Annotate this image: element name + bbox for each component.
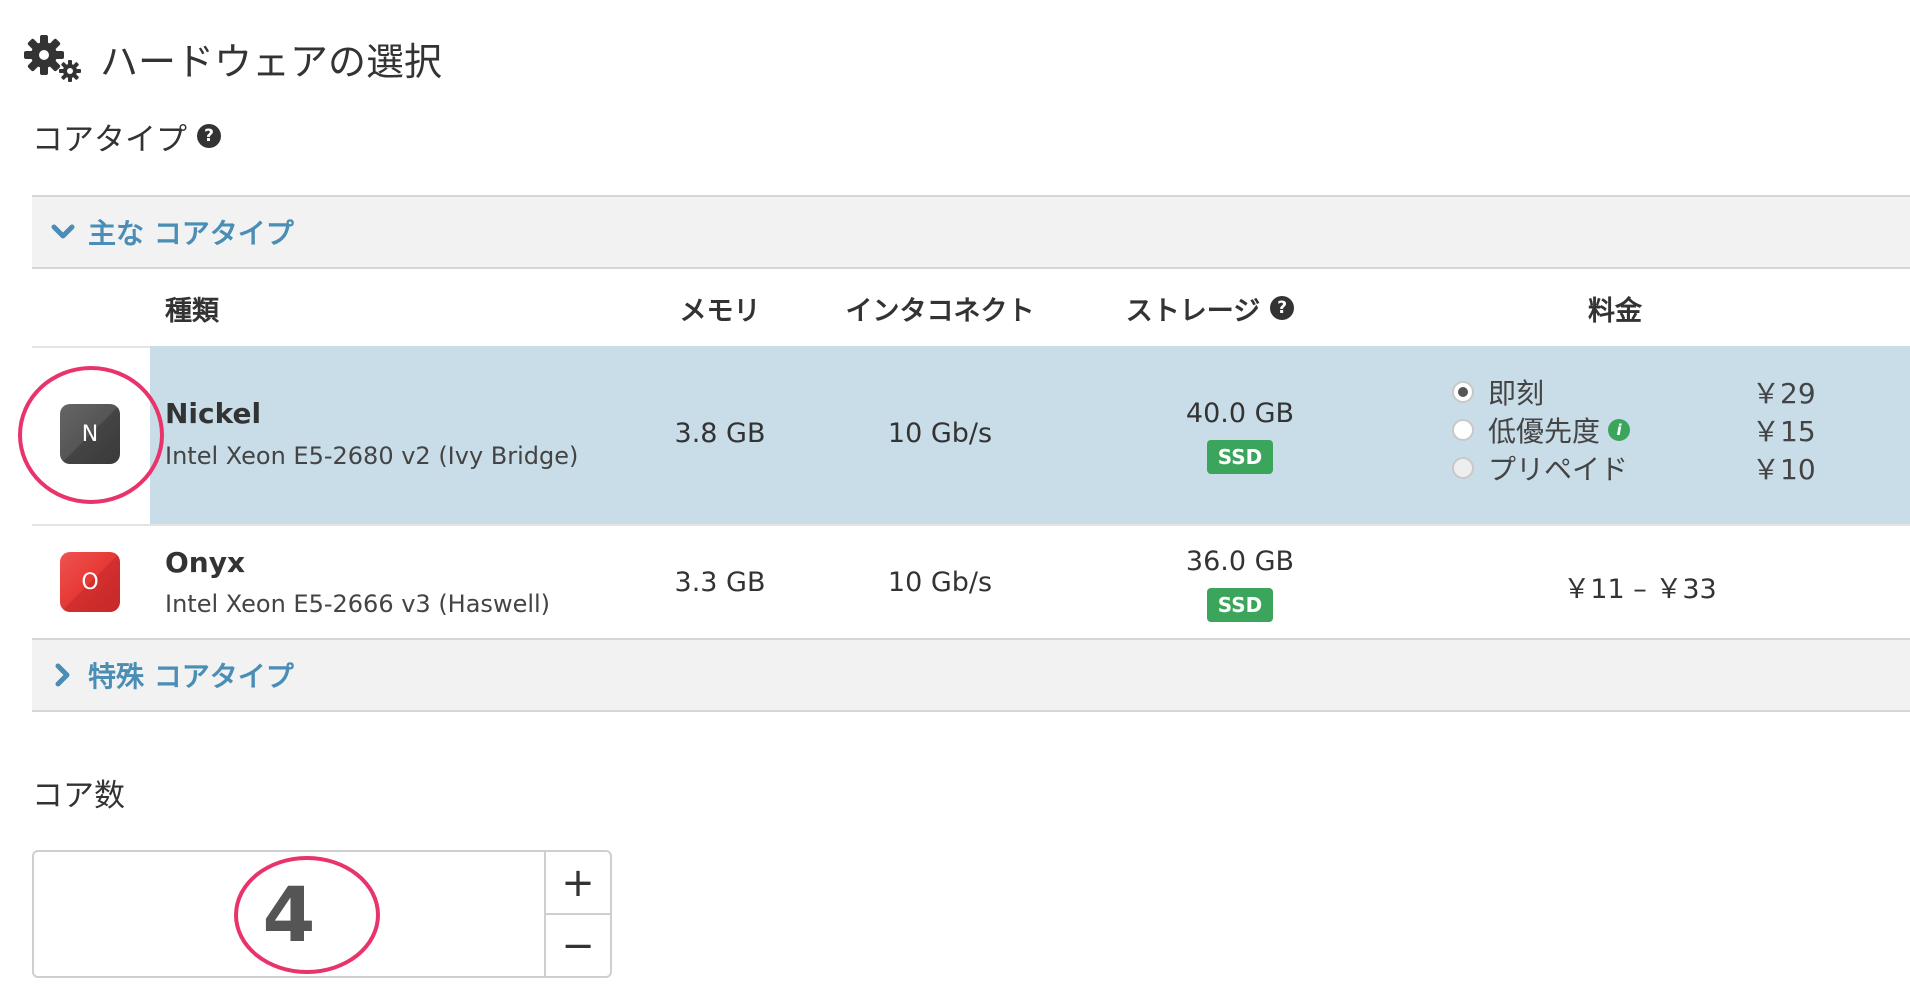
storage-help-icon[interactable]: ? <box>1270 296 1295 320</box>
special-core-type-group-header[interactable]: 特殊 コアタイプ <box>32 638 1910 712</box>
interconnect-value: 10 Gb/s <box>887 418 993 449</box>
radio-immediate[interactable] <box>1452 381 1474 403</box>
column-header-interconnect: インタコネクト <box>845 295 1035 327</box>
stepper-buttons: + − <box>544 852 610 976</box>
price-option-label: プリペイド <box>1488 453 1629 486</box>
radio-prepaid[interactable] <box>1452 457 1474 479</box>
decrement-button[interactable]: − <box>546 915 610 976</box>
table-row-nickel[interactable]: N Nickel Intel Xeon E5-2680 v2 (Ivy Brid… <box>32 346 1910 524</box>
core-cpu: Intel Xeon E5-2666 v3 (Haswell) <box>165 590 551 618</box>
price-option-label: 低優先度 <box>1488 415 1601 448</box>
price-option-value: ￥15 <box>1752 415 1816 448</box>
price-range: ￥11 – ￥33 <box>1563 574 1717 605</box>
main-core-type-group-label: 主な コアタイプ <box>88 217 294 250</box>
core-type-label: コアタイプ ? <box>32 114 221 158</box>
column-header-memory: メモリ <box>679 295 761 327</box>
ssd-badge: SSD <box>1207 440 1273 474</box>
radio-low-priority[interactable] <box>1452 419 1474 441</box>
core-count-stepper[interactable]: 4 + − <box>32 850 612 978</box>
core-name: Nickel <box>165 397 262 430</box>
main-core-type-group-header[interactable]: 主な コアタイプ <box>32 195 1910 269</box>
core-type-label-text: コアタイプ <box>32 121 187 158</box>
price-option-immediate[interactable]: 即刻 ￥29 <box>1452 373 1816 411</box>
help-icon[interactable]: ? <box>197 124 221 148</box>
memory-value: 3.3 GB <box>674 567 766 598</box>
page-title: ハードウェアの選択 <box>22 30 442 86</box>
chevron-right-icon <box>55 663 70 687</box>
price-option-low-priority[interactable]: 低優先度 i ￥15 <box>1452 411 1816 449</box>
price-option-value: ￥29 <box>1752 377 1816 410</box>
page-title-text: ハードウェアの選択 <box>100 39 443 84</box>
price-option-prepaid[interactable]: プリペイド ￥10 <box>1452 449 1816 487</box>
interconnect-value: 10 Gb/s <box>887 567 993 598</box>
increment-button[interactable]: + <box>546 852 610 915</box>
memory-value: 3.8 GB <box>674 418 766 449</box>
core-icon-onyx: O <box>60 552 120 612</box>
column-header-price: 料金 <box>1588 295 1642 327</box>
table-row-onyx[interactable]: O Onyx Intel Xeon E5-2666 v3 (Haswell) 3… <box>32 524 1910 638</box>
storage-value: 36.0 GB <box>1185 546 1295 577</box>
column-header-storage: ストレージ ? <box>1090 270 1330 346</box>
column-header-kind: 種類 <box>165 295 219 327</box>
storage-value: 40.0 GB <box>1185 398 1295 429</box>
core-cpu: Intel Xeon E5-2680 v2 (Ivy Bridge) <box>165 442 579 470</box>
column-header-storage-text: ストレージ <box>1125 295 1261 327</box>
core-icon-nickel: N <box>60 404 120 464</box>
core-name: Onyx <box>165 546 246 579</box>
core-count-label: コア数 <box>32 777 125 814</box>
info-icon[interactable]: i <box>1608 419 1631 441</box>
ssd-badge: SSD <box>1207 588 1273 622</box>
price-option-value: ￥10 <box>1752 453 1816 486</box>
price-option-label: 即刻 <box>1488 377 1545 410</box>
core-count-value[interactable]: 4 <box>34 852 544 976</box>
gears-icon <box>24 35 81 82</box>
chevron-down-icon <box>51 224 75 239</box>
special-core-type-group-label: 特殊 コアタイプ <box>88 660 294 693</box>
